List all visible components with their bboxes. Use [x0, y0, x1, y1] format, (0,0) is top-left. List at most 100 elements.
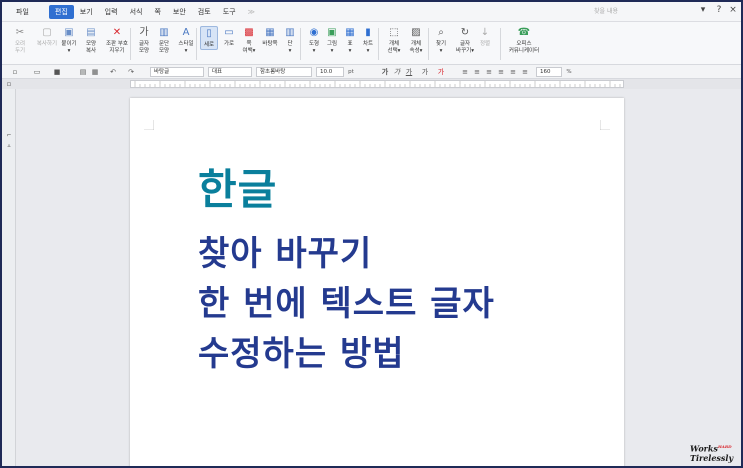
obj-select-label-2: 선택▾: [387, 48, 401, 54]
new-doc-icon[interactable]: ▫: [10, 67, 20, 77]
redo-icon[interactable]: ↷: [126, 67, 136, 77]
open-icon[interactable]: ▭: [32, 67, 42, 77]
vertical-label: 세로: [203, 42, 215, 48]
ruler-toggle-icon[interactable]: ▫: [4, 79, 14, 89]
obj-props-label-2: 속성▾: [409, 48, 423, 54]
zoom-input[interactable]: 160: [536, 67, 562, 77]
app-window: 파일 편집 보기 입력 서식 쪽 보안 검토 도구 ≫ 찾을 내용 ▾ ? × …: [0, 0, 743, 468]
para-shape-button[interactable]: ▥ 문단 모양: [156, 26, 172, 55]
menu-insert[interactable]: 입력: [99, 5, 124, 19]
clear-format-button[interactable]: ✕ 조판 부호 지우기: [104, 26, 130, 55]
menu-security[interactable]: 보안: [167, 5, 192, 19]
help-icon[interactable]: ?: [712, 5, 726, 15]
font-color-icon[interactable]: 가: [436, 67, 446, 77]
italic-icon[interactable]: 가: [392, 67, 402, 77]
table-icon: ▦: [345, 27, 355, 38]
save-icon[interactable]: ■: [52, 67, 62, 77]
zoom-unit[interactable]: %: [564, 67, 574, 77]
menu-review[interactable]: 검토: [192, 5, 217, 19]
char-shape-icon: 가: [139, 27, 149, 38]
vertical-ruler[interactable]: ⌐ ▵: [2, 89, 16, 466]
document-line-2[interactable]: 찾아 바꾸기: [198, 226, 372, 275]
horizontal-label: 가로: [223, 41, 235, 47]
column-label: 단: [287, 41, 293, 47]
multi-col-button[interactable]: ▦ 바탕쪽: [260, 26, 280, 48]
para-shape-label: 문단: [158, 41, 170, 47]
paste-label-2: ▾: [67, 48, 71, 54]
cut-icon: ✂: [15, 27, 25, 38]
sort-label: 정렬: [479, 41, 491, 47]
table-button[interactable]: ▦ 표 ▾: [342, 26, 358, 55]
shape-label-2: ▾: [312, 48, 316, 54]
office-button[interactable]: ☎ 오피스 커뮤니케이터: [506, 26, 542, 55]
watermark-super: HARD: [717, 444, 732, 449]
obj-props-button[interactable]: ▨ 개체 속성▾: [406, 26, 426, 55]
menu-view[interactable]: 보기: [74, 5, 99, 19]
style-select[interactable]: 바탕글: [150, 67, 204, 77]
page-margin-icon: ▩: [244, 27, 254, 38]
vertical-button[interactable]: ▯ 세로: [200, 26, 218, 50]
menu-tools[interactable]: 도구: [217, 5, 242, 19]
print-icon[interactable]: ▤: [78, 67, 88, 77]
search-dropdown-icon[interactable]: ▾: [696, 5, 710, 15]
bold-icon[interactable]: 가: [380, 67, 390, 77]
align-left-icon[interactable]: ≡: [472, 67, 482, 77]
para-shape-icon: ▥: [159, 27, 169, 38]
more-icon[interactable]: ≫: [242, 5, 261, 19]
document-page[interactable]: 한글 찾아 바꾸기 한 번에 텍스트 글자 수정하는 방법: [130, 98, 624, 466]
replace-button[interactable]: ↻ 글자 바꾸기▾: [454, 26, 476, 55]
strike-icon[interactable]: 가: [420, 67, 430, 77]
find-label-2: ▾: [439, 48, 443, 54]
ribbon: ✂ 오려 두기 ▢ 복사하기 ▣ 붙이기 ▾ ▤ 모양 복사 ✕ 조판 부호 지우기 가 글자 모양 ▥ 문단 모양 A…: [2, 22, 741, 65]
line-spacing-icon[interactable]: ≡: [520, 67, 530, 77]
margin-marker-icon[interactable]: ⌐: [4, 131, 14, 141]
multi-col-icon: ▦: [265, 27, 275, 38]
paste-button[interactable]: ▣ 붙이기 ▾: [60, 26, 78, 55]
font-value: 함초롬바탕: [260, 69, 286, 75]
preview-icon[interactable]: ▦: [90, 67, 100, 77]
table-label: 표: [347, 41, 353, 47]
chart-button[interactable]: ▮ 차트 ▾: [360, 26, 376, 55]
cut-label: 오려: [14, 41, 26, 47]
style-button[interactable]: A 스타일 ▾: [176, 26, 196, 55]
ruler-area: ▫: [2, 79, 741, 89]
underline-icon[interactable]: 가: [404, 67, 414, 77]
cut-button[interactable]: ✂ 오려 두기: [10, 26, 30, 55]
obj-props-label: 개체: [410, 41, 422, 47]
font-select[interactable]: 함초롬바탕: [256, 67, 312, 77]
menu-format[interactable]: 서식: [124, 5, 149, 19]
shape-button[interactable]: ◉ 도형 ▾: [306, 26, 322, 55]
align-right-icon[interactable]: ≡: [496, 67, 506, 77]
chart-label: 차트: [362, 41, 374, 47]
align-center-icon[interactable]: ≡: [484, 67, 494, 77]
language-select[interactable]: 대표: [208, 67, 252, 77]
horizontal-ruler[interactable]: [130, 80, 624, 88]
find-button[interactable]: ⌕ 찾기 ▾: [432, 26, 450, 55]
document-title[interactable]: 한글: [198, 156, 277, 217]
font-size-input[interactable]: 10.0: [316, 67, 344, 77]
close-icon[interactable]: ×: [726, 5, 740, 15]
align-distribute-icon[interactable]: ≡: [508, 67, 518, 77]
find-input[interactable]: 찾을 내용: [582, 6, 692, 18]
indent-marker-icon[interactable]: ▵: [4, 141, 14, 151]
format-copy-button[interactable]: ▤ 모양 복사: [82, 26, 100, 55]
style-icon: A: [182, 27, 190, 38]
picture-button[interactable]: ▣ 그림 ▾: [324, 26, 340, 55]
menu-page[interactable]: 쪽: [148, 5, 166, 19]
find-label: 찾기: [435, 41, 447, 47]
undo-icon[interactable]: ↶: [108, 67, 118, 77]
page-margin-button[interactable]: ▩ 쪽 여백▾: [240, 26, 258, 55]
horizontal-button[interactable]: ▭ 가로: [220, 26, 238, 48]
menu-file[interactable]: 파일: [10, 5, 35, 19]
align-justify-icon[interactable]: ≡: [460, 67, 470, 77]
obj-select-button[interactable]: ⬚ 개체 선택▾: [384, 26, 404, 55]
column-button[interactable]: ▥ 단 ▾: [282, 26, 298, 55]
copy-button[interactable]: ▢ 복사하기: [36, 26, 58, 48]
menu-edit[interactable]: 편집: [48, 4, 74, 19]
ruler-ticks: [134, 81, 621, 87]
sort-button[interactable]: ↓ 정렬: [476, 26, 494, 48]
document-line-3[interactable]: 한 번에 텍스트 글자: [198, 276, 495, 325]
size-unit[interactable]: pt: [346, 67, 356, 77]
document-line-4[interactable]: 수정하는 방법: [198, 326, 405, 375]
char-shape-button[interactable]: 가 글자 모양: [136, 26, 152, 55]
